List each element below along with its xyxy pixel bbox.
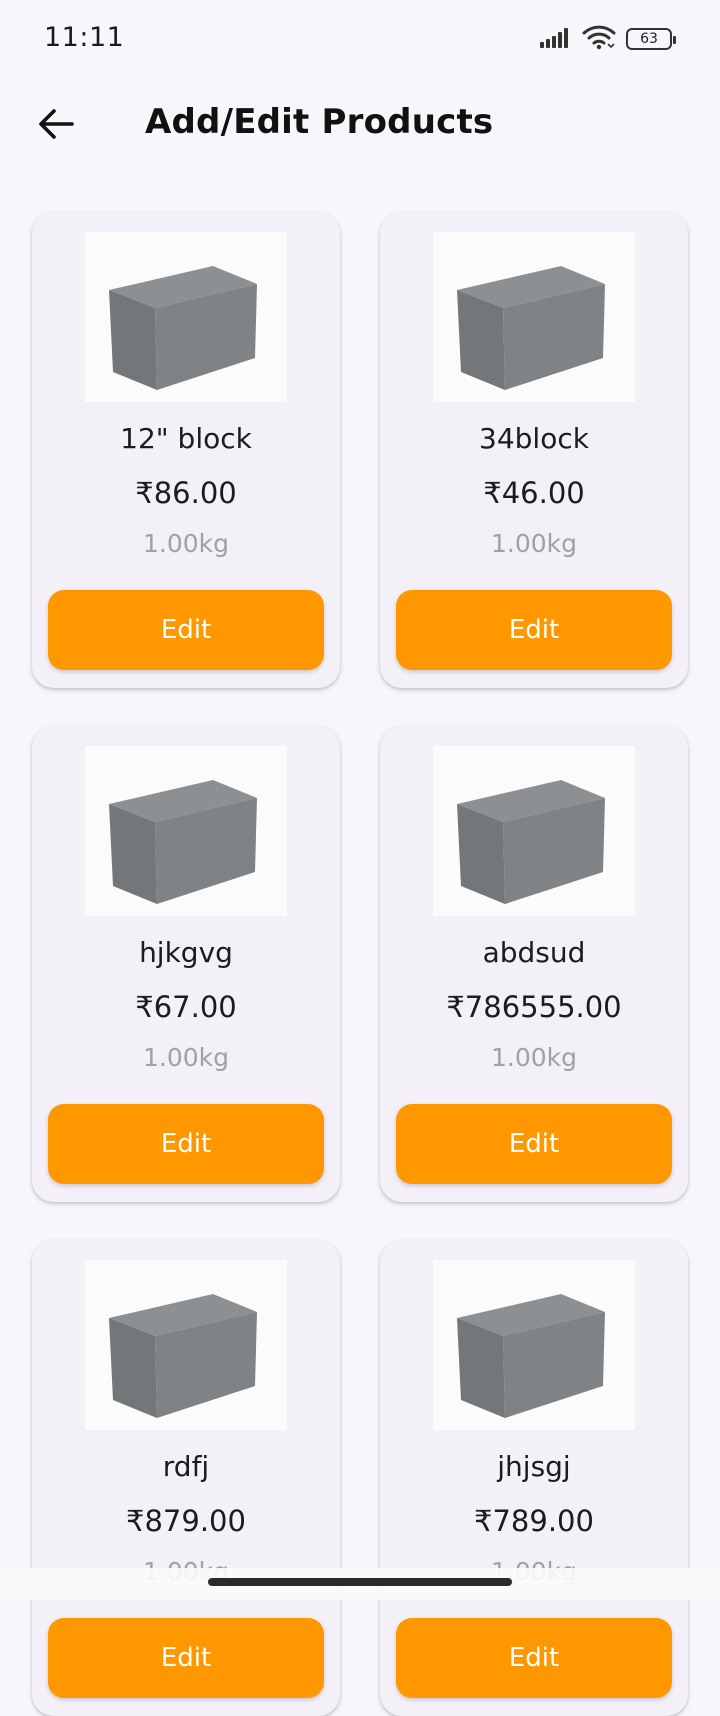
product-weight: 1.00kg: [142, 1043, 229, 1072]
status-time: 11:11: [44, 22, 125, 53]
battery-level: 63: [640, 31, 658, 47]
edit-button[interactable]: Edit: [48, 590, 324, 670]
home-indicator[interactable]: [208, 1578, 512, 1586]
status-icons: 63: [540, 24, 676, 54]
product-card: 12" block ₹86.00 1.00kg Edit: [32, 212, 340, 688]
product-name: jhjsgj: [497, 1450, 571, 1483]
product-grid: 12" block ₹86.00 1.00kg Edit 34block ₹46…: [32, 212, 690, 1716]
product-price: ₹879.00: [126, 1504, 246, 1538]
product-image: [85, 1260, 287, 1430]
product-name: hjkgvg: [139, 936, 233, 969]
product-image: [433, 232, 635, 402]
back-button[interactable]: [30, 100, 82, 152]
product-price: ₹67.00: [135, 990, 237, 1024]
product-price: ₹789.00: [474, 1504, 594, 1538]
edit-button[interactable]: Edit: [48, 1618, 324, 1698]
product-card: rdfj ₹879.00 1.00kg Edit: [32, 1240, 340, 1716]
edit-button[interactable]: Edit: [48, 1104, 324, 1184]
gesture-nav-bar: [0, 1568, 720, 1600]
product-image: [85, 746, 287, 916]
signal-icon: [540, 26, 572, 52]
edit-button[interactable]: Edit: [396, 590, 672, 670]
product-name: rdfj: [162, 1450, 210, 1483]
edit-button[interactable]: Edit: [396, 1618, 672, 1698]
product-name: 34block: [479, 422, 589, 455]
product-card: abdsud ₹786555.00 1.00kg Edit: [380, 726, 688, 1202]
product-card: hjkgvg ₹67.00 1.00kg Edit: [32, 726, 340, 1202]
product-image: [433, 1260, 635, 1430]
edit-button[interactable]: Edit: [396, 1104, 672, 1184]
battery-icon: 63: [626, 28, 676, 50]
product-card: jhjsgj ₹789.00 1.00kg Edit: [380, 1240, 688, 1716]
product-price: ₹46.00: [483, 476, 585, 510]
status-bar: 11:11 63: [0, 0, 720, 80]
app-bar: Add/Edit Products: [0, 80, 720, 170]
product-weight: 1.00kg: [142, 529, 229, 558]
product-name: abdsud: [482, 936, 586, 969]
product-card: 34block ₹46.00 1.00kg Edit: [380, 212, 688, 688]
product-image: [85, 232, 287, 402]
product-price: ₹86.00: [135, 476, 237, 510]
product-image: [433, 746, 635, 916]
product-weight: 1.00kg: [490, 529, 577, 558]
arrow-left-icon: [38, 109, 74, 143]
product-price: ₹786555.00: [446, 990, 622, 1024]
product-weight: 1.00kg: [490, 1043, 577, 1072]
product-name: 12" block: [120, 422, 252, 455]
page-title: Add/Edit Products: [145, 102, 494, 142]
wifi-icon: [582, 24, 616, 54]
